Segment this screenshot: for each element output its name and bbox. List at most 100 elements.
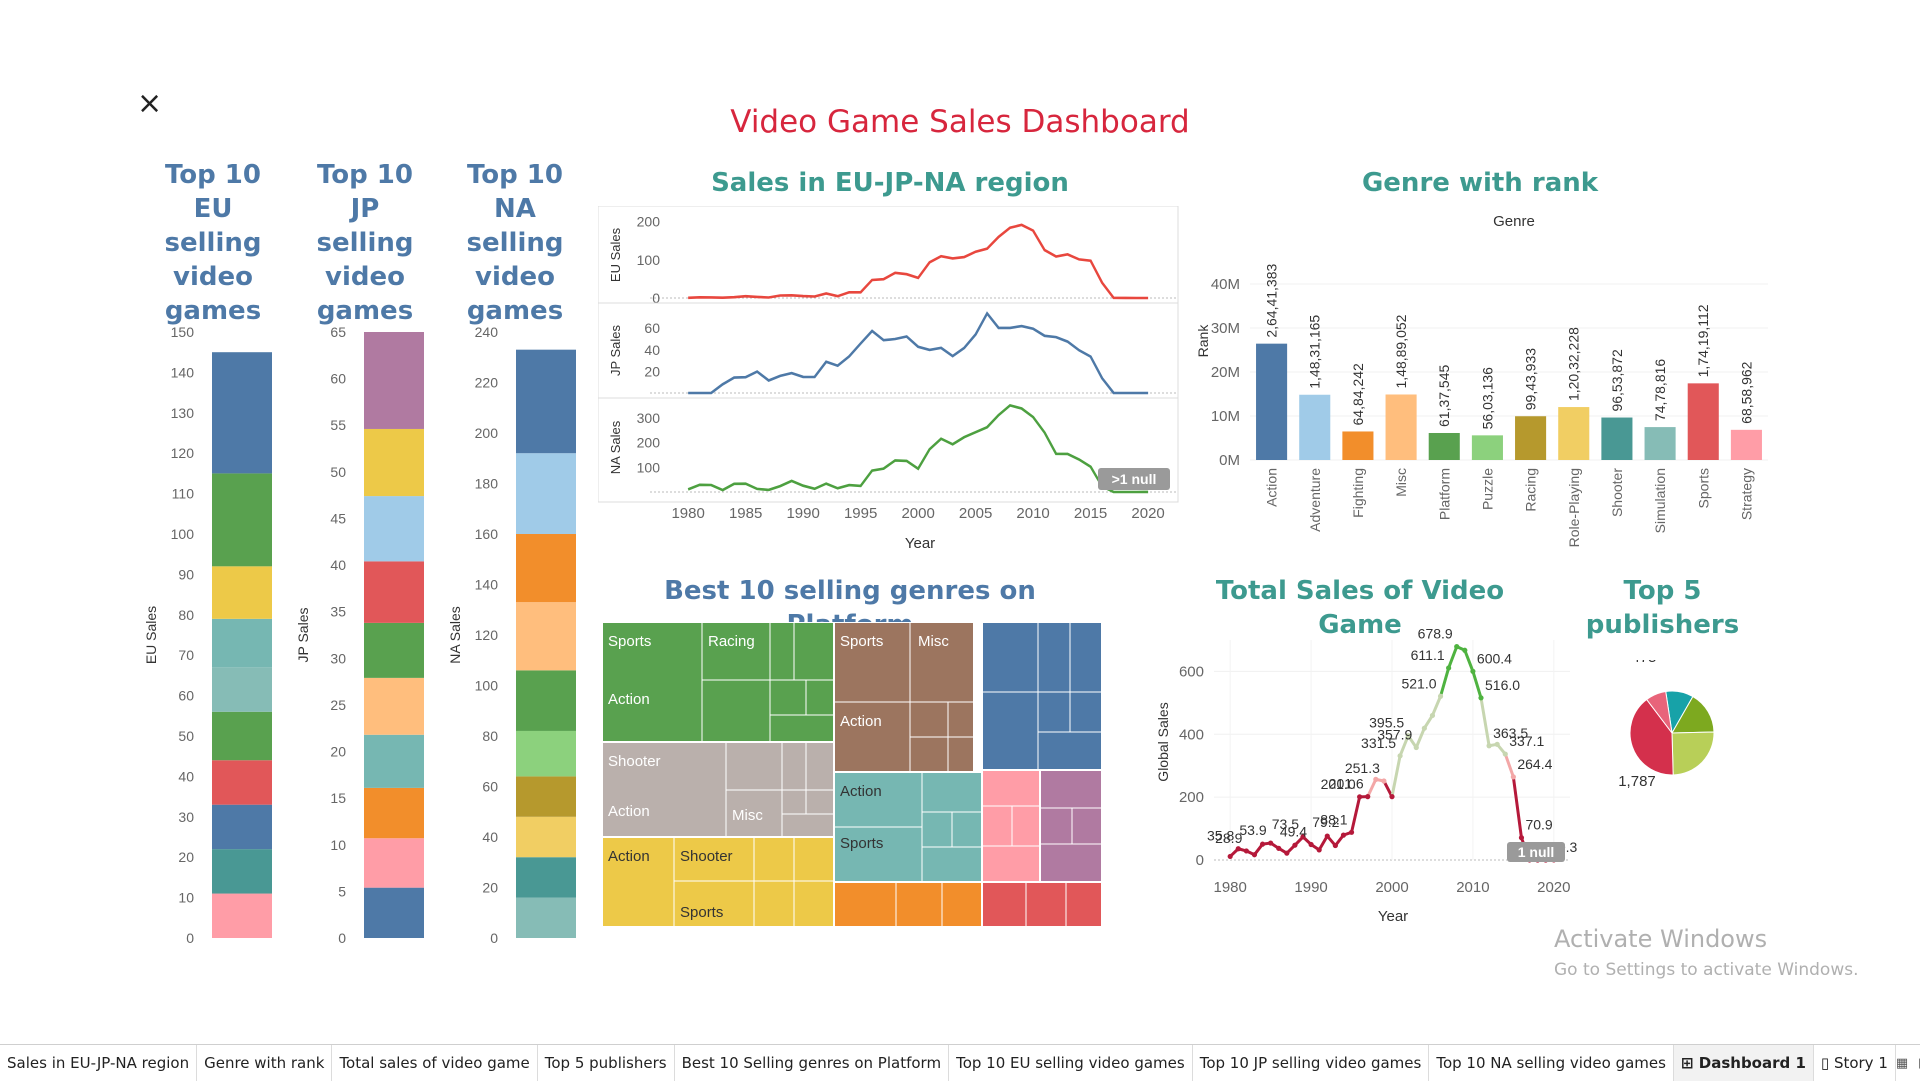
na-y-axis-label: NA Sales bbox=[447, 606, 463, 664]
eu-segment-0 bbox=[212, 894, 272, 938]
treemap-group-8 bbox=[834, 882, 982, 927]
total-y-tick: 600 bbox=[1179, 663, 1204, 680]
total-point bbox=[1244, 848, 1249, 853]
tab-jp-top[interactable]: Top 10 JP selling video games bbox=[1193, 1045, 1430, 1081]
eu-y-tick: 110 bbox=[172, 486, 195, 502]
jp-segment-8 bbox=[364, 429, 424, 496]
jp-top-title: Top 10 JP selling video games bbox=[300, 158, 430, 328]
genre-bar-value-label: 1,20,32,228 bbox=[1566, 327, 1582, 401]
region-y-axis-label: JP Sales bbox=[608, 324, 623, 376]
tab-top-publishers[interactable]: Top 5 publishers bbox=[538, 1045, 675, 1081]
total-point bbox=[1333, 843, 1338, 848]
eu-segment-4 bbox=[212, 712, 272, 760]
genre-x-tick: Strategy bbox=[1738, 468, 1754, 520]
genre-x-tick: Misc bbox=[1393, 468, 1409, 497]
total-y-tick: 0 bbox=[1196, 852, 1204, 869]
eu-y-axis-label: EU Sales bbox=[143, 606, 159, 664]
tab-total-sales[interactable]: Total sales of video game bbox=[332, 1045, 537, 1081]
tab-story[interactable]: ▯ Story 1 bbox=[1814, 1045, 1896, 1081]
genre-x-tick: Fighting bbox=[1350, 468, 1366, 518]
treemap-label: Action bbox=[840, 783, 882, 800]
tab-genres-platform[interactable]: Best 10 Selling genres on Platform bbox=[675, 1045, 950, 1081]
eu-segment-3 bbox=[212, 760, 272, 804]
total-point bbox=[1292, 843, 1297, 848]
genre-header: Genre bbox=[1493, 213, 1535, 230]
jp-y-tick: 15 bbox=[330, 790, 346, 806]
na-segment-3 bbox=[516, 776, 576, 816]
eu-y-tick: 10 bbox=[178, 890, 194, 906]
na-y-tick: 120 bbox=[475, 627, 499, 643]
total-x-tick: 2020 bbox=[1537, 879, 1570, 896]
treemap-label: Shooter bbox=[608, 753, 661, 770]
eu-segment-9 bbox=[212, 352, 272, 473]
jp-y-tick: 25 bbox=[330, 697, 346, 713]
eu-top-title: Top 10 EU selling video games bbox=[148, 158, 278, 328]
total-point-label: 70.9 bbox=[1525, 817, 1552, 833]
total-line-segment bbox=[1465, 650, 1473, 671]
na-top-title: Top 10 NA selling video games bbox=[450, 158, 580, 328]
jp-y-tick: 30 bbox=[330, 650, 346, 666]
total-point bbox=[1284, 851, 1289, 856]
total-point-label: 251.3 bbox=[1345, 760, 1380, 776]
region-series-line-2 bbox=[688, 405, 1148, 492]
total-line-segment bbox=[1481, 698, 1489, 746]
eu-y-tick: 70 bbox=[178, 647, 194, 663]
dashboard-icon: ⊞ bbox=[1681, 1054, 1699, 1072]
total-x-tick: 2000 bbox=[1375, 879, 1408, 896]
tab-sales-region[interactable]: Sales in EU-JP-NA region bbox=[0, 1045, 197, 1081]
region-x-tick: 1995 bbox=[844, 505, 877, 522]
total-point bbox=[1470, 669, 1475, 674]
total-x-tick: 1980 bbox=[1213, 879, 1246, 896]
total-point bbox=[1511, 774, 1516, 779]
tab-genre-rank[interactable]: Genre with rank bbox=[197, 1045, 332, 1081]
genre-bar-shooter bbox=[1601, 418, 1632, 460]
story-icon: ▯ bbox=[1821, 1054, 1834, 1072]
total-point bbox=[1268, 840, 1273, 845]
genre-bar-simulation bbox=[1645, 427, 1676, 460]
eu-segment-2 bbox=[212, 805, 272, 849]
close-icon[interactable]: × bbox=[137, 90, 165, 118]
genre-bar-racing bbox=[1515, 416, 1546, 460]
total-point bbox=[1389, 794, 1394, 799]
genre-x-tick: Adventure bbox=[1307, 468, 1323, 532]
region-null-label: >1 null bbox=[1112, 471, 1157, 487]
total-point-label: 678.9 bbox=[1418, 626, 1453, 642]
genre-x-tick: Role-Playing bbox=[1566, 468, 1582, 547]
tab-dashboard[interactable]: ⊞ Dashboard 1 bbox=[1674, 1045, 1814, 1081]
genre-x-tick: Shooter bbox=[1609, 468, 1625, 517]
genre-bar-strategy bbox=[1731, 430, 1762, 460]
tab-na-top[interactable]: Top 10 NA selling video games bbox=[1429, 1045, 1674, 1081]
region-y-tick: 0 bbox=[652, 290, 660, 306]
eu-y-tick: 60 bbox=[178, 688, 194, 704]
total-point bbox=[1454, 644, 1459, 649]
total-point-label: 337.1 bbox=[1509, 733, 1544, 749]
total-point-label: 611.1 bbox=[1411, 647, 1445, 663]
genre-bar-value-label: 1,74,19,112 bbox=[1695, 304, 1711, 377]
total-point bbox=[1308, 842, 1313, 847]
genre-x-tick: Platform bbox=[1436, 468, 1452, 520]
region-y-tick: 100 bbox=[637, 459, 661, 475]
activate-windows-hint: Go to Settings to activate Windows. bbox=[1554, 960, 1859, 980]
jp-y-tick: 50 bbox=[330, 464, 346, 480]
total-line-segment bbox=[1441, 668, 1449, 696]
activate-windows-watermark: Activate Windows bbox=[1554, 925, 1767, 953]
region-x-tick: 2000 bbox=[901, 505, 934, 522]
genre-bar-value-label: 64,84,242 bbox=[1350, 363, 1366, 425]
grid-view-icon[interactable]: ▦ bbox=[1896, 1056, 1908, 1071]
jp-segment-2 bbox=[364, 788, 424, 838]
genre-y-tick: 30M bbox=[1211, 320, 1240, 337]
na-segment-7 bbox=[516, 534, 576, 602]
total-point bbox=[1495, 742, 1500, 747]
region-y-axis-label: EU Sales bbox=[608, 227, 623, 282]
jp-y-tick: 5 bbox=[338, 883, 346, 899]
region-x-axis-label: Year bbox=[905, 535, 935, 552]
total-point bbox=[1414, 745, 1419, 750]
eu-segment-5 bbox=[212, 667, 272, 711]
na-y-tick: 100 bbox=[475, 678, 499, 694]
genre-bar-value-label: 68,58,962 bbox=[1738, 361, 1754, 423]
eu-y-tick: 120 bbox=[171, 445, 195, 461]
eu-segment-6 bbox=[212, 619, 272, 667]
tab-eu-top[interactable]: Top 10 EU selling video games bbox=[949, 1045, 1193, 1081]
na-segment-4 bbox=[516, 731, 576, 776]
total-x-tick: 1990 bbox=[1294, 879, 1327, 896]
